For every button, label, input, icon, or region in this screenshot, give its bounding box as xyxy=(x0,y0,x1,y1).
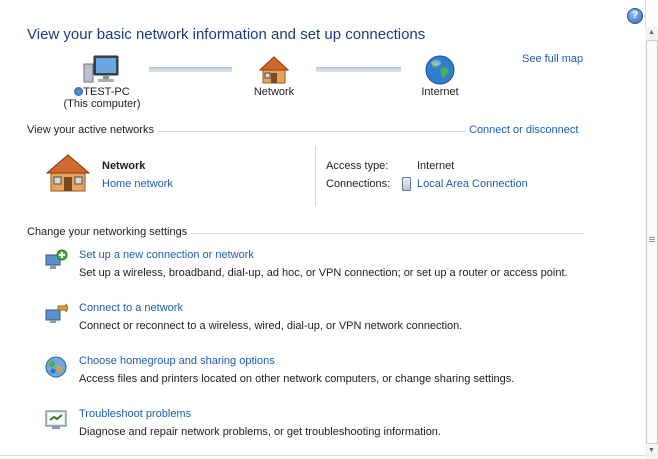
map-node-computer[interactable]: TEST-PC (This computer) xyxy=(62,54,142,110)
connect-to-network-link[interactable]: Connect to a network xyxy=(79,302,183,314)
vertical-divider xyxy=(315,146,316,206)
scrollbar-thumb[interactable] xyxy=(646,40,658,444)
network-type-link[interactable]: Home network xyxy=(102,178,173,190)
access-type-label: Access type: xyxy=(326,160,389,172)
computer-sub-label: (This computer) xyxy=(63,98,141,110)
task-description: Connect or reconnect to a wireless, wire… xyxy=(79,320,463,332)
homegroup-sharing-options-link[interactable]: Choose homegroup and sharing options xyxy=(79,355,275,367)
local-area-connection-link[interactable]: Local Area Connection xyxy=(417,178,528,190)
task-description: Set up a wireless, broadband, dial-up, a… xyxy=(79,267,568,279)
scroll-down-arrow-icon[interactable]: ▼ xyxy=(645,444,658,457)
task-description: Access files and printers located on oth… xyxy=(79,373,515,385)
ethernet-connection-icon xyxy=(402,177,411,191)
house-icon xyxy=(244,54,304,86)
network-node-label: Network xyxy=(253,86,295,98)
vertical-scrollbar[interactable]: ▲ ▼ xyxy=(645,26,658,459)
active-networks-label: View your active networks xyxy=(27,124,158,136)
task-description: Diagnose and repair network problems, or… xyxy=(79,426,441,438)
computer-name-text: TEST-PC xyxy=(83,86,130,98)
access-type-value: Internet xyxy=(417,160,455,172)
map-node-network[interactable]: Network xyxy=(244,54,304,98)
new-connection-icon xyxy=(44,249,68,273)
active-network-name: Network xyxy=(102,160,146,172)
map-node-internet[interactable]: Internet xyxy=(410,54,470,98)
home-network-icon xyxy=(44,153,92,193)
see-full-map-link[interactable]: See full map xyxy=(522,53,583,65)
network-share-icon xyxy=(74,87,84,96)
grip-icon xyxy=(649,237,655,238)
set-up-new-connection-link[interactable]: Set up a new connection or network xyxy=(79,249,254,261)
troubleshoot-icon xyxy=(44,408,68,432)
map-connector-line xyxy=(316,67,401,72)
troubleshoot-problems-link[interactable]: Troubleshoot problems xyxy=(79,408,191,420)
computer-icon xyxy=(62,54,142,86)
page-title: View your basic network information and … xyxy=(27,26,426,43)
connect-network-icon xyxy=(44,302,69,326)
connect-or-disconnect-link[interactable]: Connect or disconnect xyxy=(469,124,578,136)
map-connector-line xyxy=(149,67,232,72)
change-settings-label: Change your networking settings xyxy=(27,226,192,238)
internet-node-label: Internet xyxy=(421,86,459,98)
globe-icon xyxy=(410,54,470,86)
help-icon[interactable]: ? xyxy=(627,8,643,24)
homegroup-icon xyxy=(44,355,68,379)
scroll-up-arrow-icon[interactable]: ▲ xyxy=(645,26,658,39)
connections-label: Connections: xyxy=(326,178,391,190)
computer-name-label: TEST-PC xyxy=(62,86,142,98)
